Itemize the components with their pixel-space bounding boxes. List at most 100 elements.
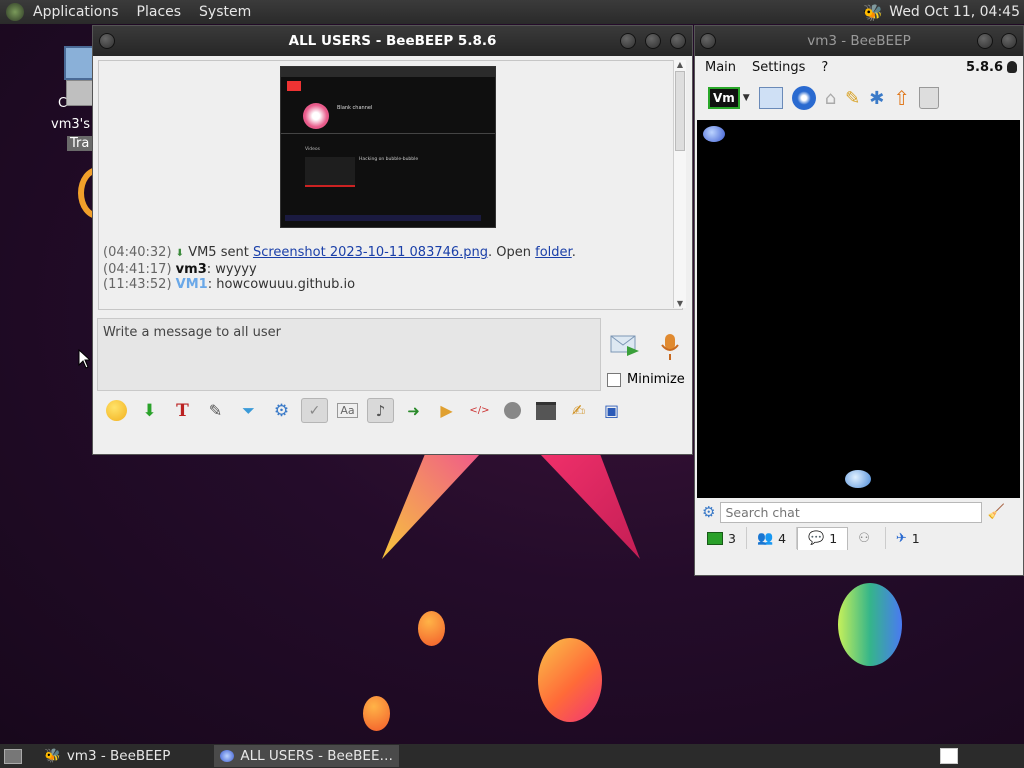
tab-computers[interactable]: 3 xyxy=(697,527,747,549)
menu-applications[interactable]: Applications xyxy=(24,4,128,20)
menu-places[interactable]: Places xyxy=(128,4,191,20)
minimize-window-button[interactable] xyxy=(977,33,993,49)
taskbar-item-all-users[interactable]: ALL USERS - BeeBEE… xyxy=(214,745,399,767)
menu-help[interactable]: ? xyxy=(813,60,836,75)
main-window: vm3 - BeeBEEP Main Settings ? 5.8.6 Vm ▼… xyxy=(695,26,1023,575)
beebeep-icon: 🐝 xyxy=(44,748,61,764)
main-window-titlebar[interactable]: vm3 - BeeBEEP xyxy=(695,26,1023,56)
code-icon: </> xyxy=(469,405,490,416)
clear-chat-button[interactable] xyxy=(532,398,559,423)
tab-chats[interactable]: 💬 1 xyxy=(797,526,849,550)
color-picker-icon: ✎ xyxy=(208,401,223,420)
file-link[interactable]: Screenshot 2023-10-11 083746.png xyxy=(253,245,488,260)
file-received-icon: ⬇ xyxy=(175,248,185,259)
text-format-button[interactable]: Aa xyxy=(334,398,361,423)
folder-icon: ▶ xyxy=(440,401,453,420)
window-menu-button[interactable] xyxy=(700,33,716,49)
camera-icon xyxy=(504,402,521,419)
save-chat-button[interactable]: ⬇ xyxy=(136,398,163,423)
chat-history[interactable]: Blank channel Videos Hacking on bubble-b… xyxy=(98,60,683,310)
spellcheck-button[interactable]: ✓ xyxy=(301,398,328,423)
menu-settings[interactable]: Settings xyxy=(744,60,813,75)
sound-button[interactable]: ♪ xyxy=(367,398,394,423)
window-menu-button[interactable] xyxy=(99,33,115,49)
show-desktop-icon[interactable] xyxy=(4,748,22,764)
home-folder-icon[interactable] xyxy=(66,80,96,106)
menu-main[interactable]: Main xyxy=(695,60,744,75)
send-button[interactable] xyxy=(609,332,641,358)
gear-icon: ⚙ xyxy=(273,400,290,421)
computer-label: C xyxy=(58,96,68,111)
decorative-circle xyxy=(418,611,445,646)
message-sender[interactable]: VM1 xyxy=(176,277,208,292)
panel-tabs: 3 👥 4 💬 1 ⚇ ✈ 1 xyxy=(695,526,1024,550)
emoticon-button[interactable] xyxy=(103,398,130,423)
font-color-button[interactable]: ✎ xyxy=(202,398,229,423)
workspace-switcher-icon[interactable] xyxy=(940,748,958,764)
screenshot-button[interactable] xyxy=(499,398,526,423)
tab-users[interactable]: 👥 4 xyxy=(747,527,798,549)
music-note-icon: ♪ xyxy=(375,401,386,420)
network-icon[interactable] xyxy=(791,86,816,110)
chat-window: ALL USERS - BeeBEEP 5.8.6 Blank channel … xyxy=(93,26,692,454)
mouse-cursor-icon xyxy=(78,349,90,369)
trash-icon[interactable] xyxy=(919,87,940,109)
chat-scrollbar[interactable]: ▲ ▼ xyxy=(673,60,686,308)
menu-system[interactable]: System xyxy=(190,4,260,20)
filter-button[interactable]: ⏷ xyxy=(235,398,262,423)
chat-message: (04:41:17) vm3: wyyyy xyxy=(103,261,257,277)
html-code-button[interactable]: </> xyxy=(466,398,493,423)
bulletin-icon[interactable]: ⌂ xyxy=(825,88,836,109)
message-input[interactable]: Write a message to all user xyxy=(97,318,601,391)
decorative-circle xyxy=(538,638,602,722)
note-edit-icon[interactable]: ✎ xyxy=(845,88,860,109)
chat-toolbar: ⬇ T ✎ ⏷ ⚙ ✓ Aa ♪ ➜ ▶ </> ✍ ▣ xyxy=(103,398,625,423)
font-button[interactable]: T xyxy=(169,398,196,423)
minimize-label: Minimize xyxy=(627,372,685,387)
minimize-checkbox-row[interactable]: Minimize xyxy=(607,372,685,387)
scrollbar-thumb[interactable] xyxy=(675,71,685,151)
taskbar: 🐝 vm3 - BeeBEEP ALL USERS - BeeBEE… xyxy=(0,744,1024,768)
close-window-button[interactable] xyxy=(1001,33,1017,49)
vcard-icon[interactable] xyxy=(758,87,783,109)
tab-shared-files[interactable]: ✈ 1 xyxy=(886,527,930,549)
plugins-icon[interactable]: ✱ xyxy=(869,88,884,109)
preview-video-title: Hacking on bubble-bubble xyxy=(359,157,419,162)
message-sender[interactable]: vm3 xyxy=(176,262,207,277)
chat-window-titlebar[interactable]: ALL USERS - BeeBEEP 5.8.6 xyxy=(93,26,692,56)
taskbar-item-vm3[interactable]: 🐝 vm3 - BeeBEEP xyxy=(38,745,176,767)
settings-gear-icon[interactable]: ⚙ xyxy=(702,503,715,521)
edit-button[interactable]: ✍ xyxy=(565,398,592,423)
clear-search-icon[interactable]: 🧹 xyxy=(987,504,1004,520)
send-file-button[interactable]: ➜ xyxy=(400,398,427,423)
preview-channel-name: Blank channel xyxy=(337,105,373,111)
status-selector[interactable]: Vm ▼ xyxy=(708,87,750,109)
tab-groups[interactable]: ⚇ xyxy=(848,527,886,549)
chat-icon: 💬 xyxy=(808,531,825,546)
send-file-icon: ➜ xyxy=(407,401,420,420)
group-chat-icon[interactable] xyxy=(703,126,725,142)
chat-list-panel[interactable] xyxy=(697,120,1020,498)
minimize-checkbox[interactable] xyxy=(607,372,621,387)
beebeep-tray-icon[interactable]: 🐝 xyxy=(863,3,883,22)
maximize-window-button[interactable] xyxy=(645,33,661,49)
minimize-window-button[interactable] xyxy=(620,33,636,49)
font-icon: T xyxy=(176,400,189,421)
update-arrow-icon[interactable]: ⇧ xyxy=(893,86,910,110)
decorative-circle xyxy=(363,696,390,731)
clock[interactable]: Wed Oct 11, 04:45 xyxy=(889,4,1020,20)
screenshot-preview[interactable]: Blank channel Videos Hacking on bubble-b… xyxy=(280,66,496,228)
notepad-icon: ✍ xyxy=(571,401,586,420)
save-button[interactable]: ▣ xyxy=(598,398,625,423)
search-chat-input[interactable] xyxy=(720,501,983,523)
system-logo-icon[interactable] xyxy=(6,3,24,21)
chat-window-title: ALL USERS - BeeBEEP 5.8.6 xyxy=(288,33,497,49)
send-folder-button[interactable]: ▶ xyxy=(433,398,460,423)
version-label: 5.8.6 xyxy=(965,59,1003,75)
decorative-circle xyxy=(838,583,902,666)
chat-bubbles-icon xyxy=(845,470,871,488)
settings-button[interactable]: ⚙ xyxy=(268,398,295,423)
voice-message-button[interactable] xyxy=(659,332,681,362)
close-window-button[interactable] xyxy=(670,33,686,49)
open-folder-link[interactable]: folder xyxy=(535,245,572,260)
